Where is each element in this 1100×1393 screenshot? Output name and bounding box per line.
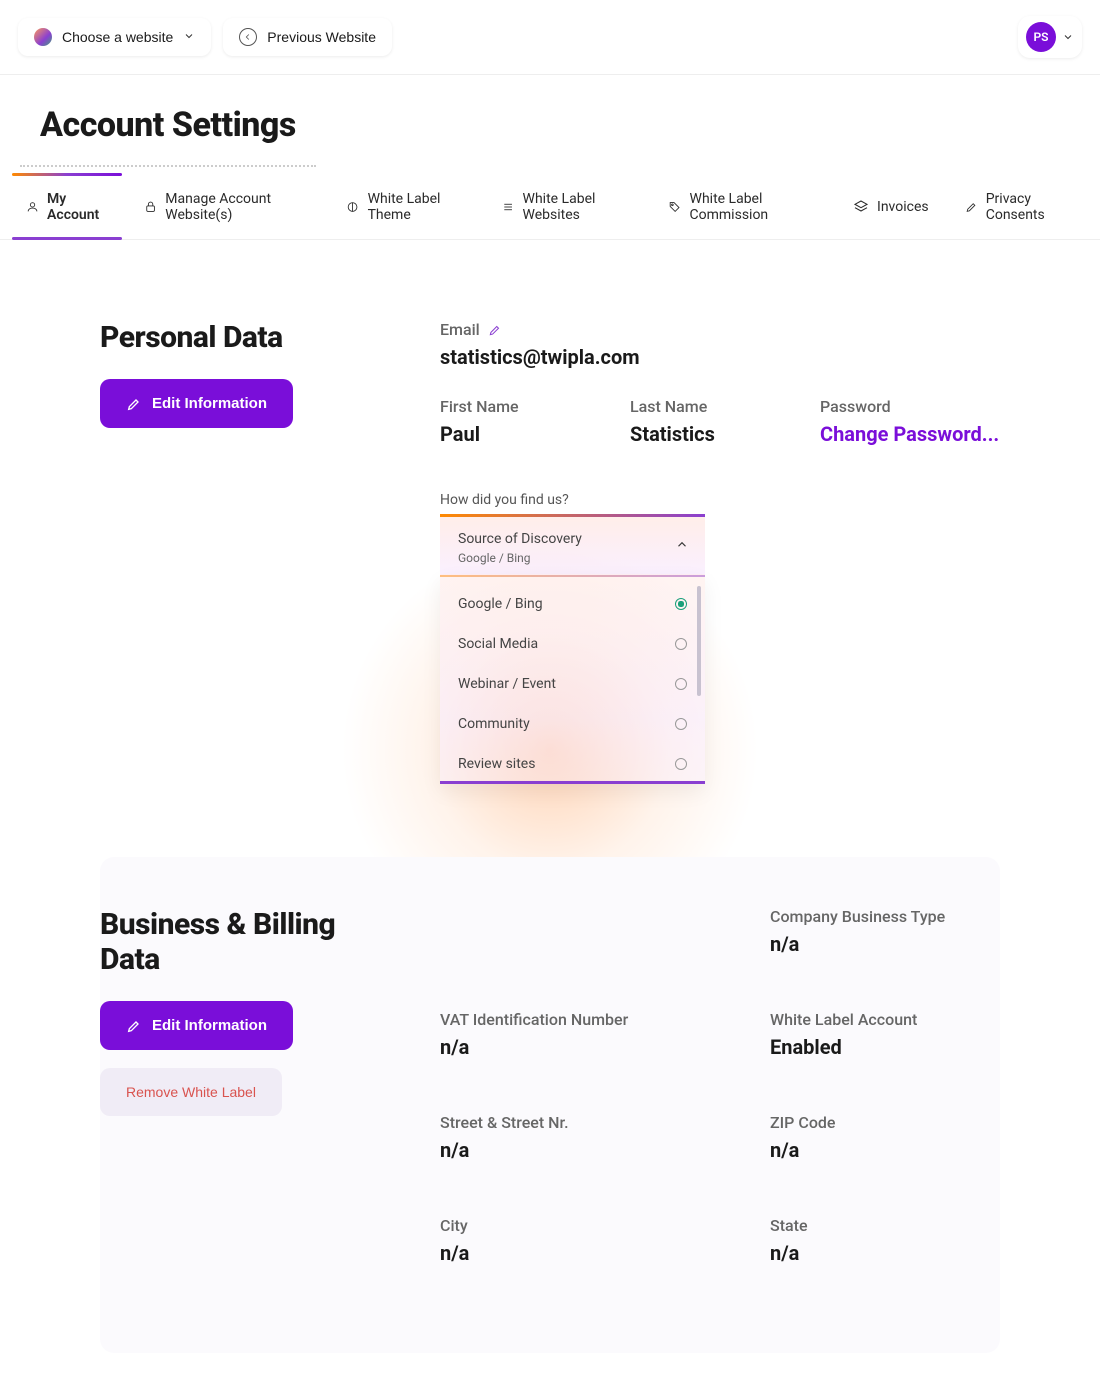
dropdown-header[interactable]: Source of Discovery Google / Bing (440, 514, 705, 577)
tab-label: White Label Commission (690, 191, 817, 223)
street-label: Street & Street Nr. (440, 1113, 569, 1132)
choose-website-label: Choose a website (62, 29, 173, 45)
personal-data-section: Personal Data Edit Information Email sta… (100, 320, 1000, 577)
change-password-link[interactable]: Change Password... (820, 422, 1000, 446)
remove-white-label-button[interactable]: Remove White Label (100, 1068, 282, 1116)
edit-business-button[interactable]: Edit Information (100, 1001, 293, 1050)
dropdown-option[interactable]: Community (440, 704, 705, 744)
zip-value: n/a (770, 1138, 1040, 1162)
city-value: n/a (440, 1241, 710, 1265)
tab-invoices[interactable]: Invoices (847, 183, 935, 231)
remove-white-label-label: Remove White Label (126, 1084, 256, 1100)
website-icon (34, 28, 52, 46)
pen-icon[interactable] (488, 323, 502, 337)
last-name-value: Statistics (630, 422, 780, 446)
avatar: PS (1026, 22, 1056, 52)
email-value: statistics@twipla.com (440, 345, 1000, 369)
first-name-label: First Name (440, 397, 519, 416)
radio-checked-icon (675, 598, 687, 610)
tab-label: White Label Websites (523, 191, 633, 223)
chevron-up-icon (675, 537, 689, 556)
edit-personal-label: Edit Information (152, 395, 267, 412)
source-of-discovery-dropdown[interactable]: Source of Discovery Google / Bing Google… (440, 514, 705, 577)
discover-label: How did you find us? (440, 492, 1000, 508)
pen-icon (126, 396, 142, 412)
vat-value: n/a (440, 1035, 710, 1059)
edit-business-label: Edit Information (152, 1017, 267, 1034)
email-label: Email (440, 320, 502, 339)
chevron-down-icon (183, 29, 195, 45)
tab-label: Manage Account Website(s) (165, 191, 310, 223)
user-menu[interactable]: PS (1018, 16, 1082, 58)
tab-white-label-websites[interactable]: White Label Websites (495, 175, 638, 239)
tab-label: Invoices (877, 199, 929, 215)
radio-icon (675, 718, 687, 730)
company-type-value: n/a (770, 932, 1040, 956)
radio-icon (675, 758, 687, 770)
radio-icon (675, 638, 687, 650)
dropdown-option[interactable]: Google / Bing (440, 584, 705, 624)
dropdown-option[interactable]: Social Media (440, 624, 705, 664)
vat-label: VAT Identification Number (440, 1010, 628, 1029)
tab-my-account[interactable]: My Account (20, 175, 114, 239)
state-value: n/a (770, 1241, 1040, 1265)
dropdown-option[interactable]: Review sites (440, 744, 705, 784)
tab-label: My Account (47, 191, 108, 223)
first-name-value: Paul (440, 422, 590, 446)
dropdown-title: Source of Discovery (458, 531, 687, 547)
tab-manage-websites[interactable]: Manage Account Website(s) (138, 175, 316, 239)
edit-personal-button[interactable]: Edit Information (100, 379, 293, 428)
tab-label: White Label Theme (368, 191, 466, 223)
personal-data-heading: Personal Data (100, 320, 380, 355)
last-name-label: Last Name (630, 397, 707, 416)
street-value: n/a (440, 1138, 710, 1162)
business-heading: Business & Billing Data (100, 907, 380, 977)
password-label: Password (820, 397, 891, 416)
tab-label: Privacy Consents (986, 191, 1074, 223)
dropdown-option[interactable]: Webinar / Event (440, 664, 705, 704)
arrow-back-icon (239, 28, 257, 46)
choose-website-dropdown[interactable]: Choose a website (18, 18, 211, 56)
state-label: State (770, 1216, 808, 1235)
business-billing-section: Business & Billing Data Edit Information… (100, 857, 1000, 1353)
zip-label: ZIP Code (770, 1113, 835, 1132)
company-type-label: Company Business Type (770, 907, 945, 926)
page-title: Account Settings (20, 75, 316, 167)
tab-white-label-theme[interactable]: White Label Theme (340, 175, 471, 239)
previous-website-button[interactable]: Previous Website (223, 18, 392, 56)
white-label-label: White Label Account (770, 1010, 917, 1029)
dropdown-list: Google / Bing Social Media Webinar / Eve… (440, 574, 705, 784)
pen-icon (126, 1018, 142, 1034)
radio-icon (675, 678, 687, 690)
tab-white-label-commission[interactable]: White Label Commission (662, 175, 823, 239)
tabs: My Account Manage Account Website(s) Whi… (0, 175, 1100, 240)
topbar: Choose a website Previous Website PS (0, 0, 1100, 75)
tab-privacy-consents[interactable]: Privacy Consents (959, 175, 1080, 239)
previous-website-label: Previous Website (267, 29, 376, 45)
city-label: City (440, 1216, 468, 1235)
white-label-value: Enabled (770, 1035, 1040, 1059)
scrollbar[interactable] (697, 586, 701, 696)
chevron-down-icon (1062, 28, 1074, 47)
dropdown-selected: Google / Bing (458, 551, 687, 565)
